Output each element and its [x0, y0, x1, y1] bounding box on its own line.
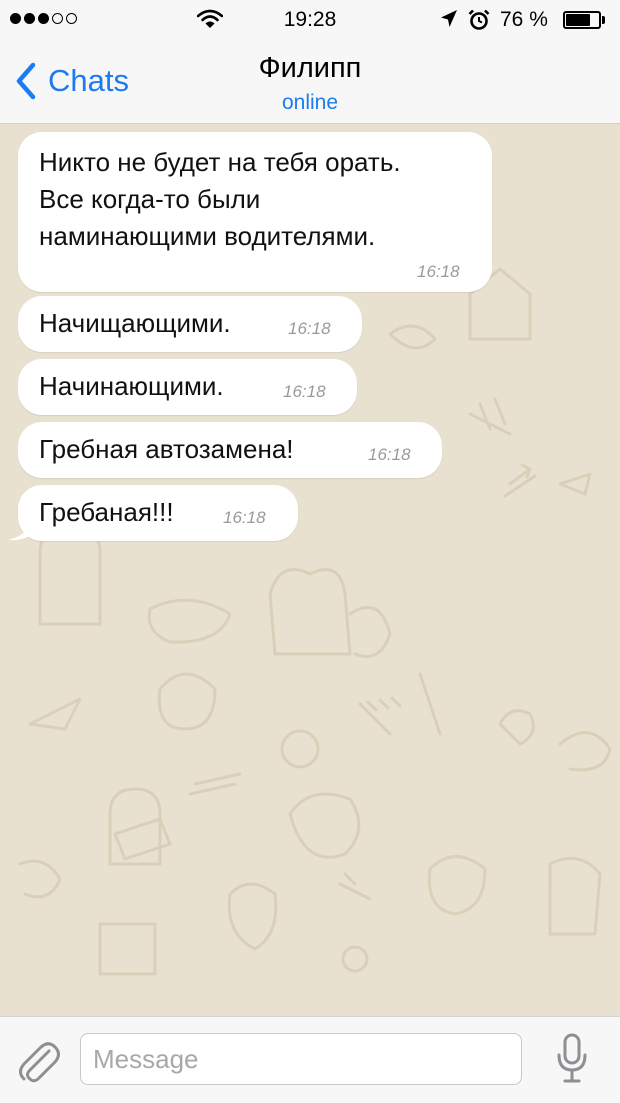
message-time: 16:18	[368, 445, 411, 464]
microphone-icon[interactable]	[552, 1033, 592, 1085]
message-bubble[interactable]: Начинающими. 16:18	[18, 359, 357, 415]
status-bar: 19:28 76 %	[0, 0, 620, 40]
message-text: Гребаная!!!	[39, 497, 174, 527]
battery-tip	[602, 16, 605, 24]
message-bubble[interactable]: Начищающими. 16:18	[18, 296, 362, 352]
location-arrow-icon	[441, 10, 457, 27]
paperclip-icon[interactable]	[16, 1037, 60, 1085]
contact-status: online	[281, 91, 339, 114]
message-text: Никто не будет на тебя орать. Все когда-т…	[39, 144, 401, 255]
message-line: Никто не будет на тебя орать.	[39, 147, 401, 177]
message-bubble[interactable]: Гребная автозамена! 16:18	[18, 422, 442, 478]
message-time: 16:18	[288, 319, 331, 338]
message-line: Все когда-то были	[39, 184, 261, 214]
message-input[interactable]	[80, 1033, 522, 1085]
message-text: Гребная автозамена!	[39, 434, 294, 464]
message-time: 16:18	[417, 262, 460, 281]
battery-icon	[563, 11, 601, 29]
message-bubble[interactable]: Гребаная!!! 16:18	[8, 485, 298, 541]
bubble-tail	[8, 517, 38, 541]
message-text: Начищающими.	[39, 308, 231, 338]
alarm-icon	[468, 9, 490, 30]
contact-name[interactable]: Филипп	[0, 52, 620, 85]
message-text: Начинающими.	[39, 371, 224, 401]
message-time: 16:18	[223, 508, 266, 527]
battery-percent: 76 %	[500, 8, 548, 31]
message-time: 16:18	[283, 382, 326, 401]
message-list[interactable]: Никто не будет на тебя орать. Все когда-т…	[0, 124, 620, 1016]
message-bubble[interactable]: Никто не будет на тебя орать. Все когда-т…	[18, 132, 492, 292]
chat-header: Chats Филипп online	[0, 40, 620, 124]
composer-bar	[0, 1016, 620, 1103]
message-line: наминающими водителями.	[39, 221, 376, 251]
